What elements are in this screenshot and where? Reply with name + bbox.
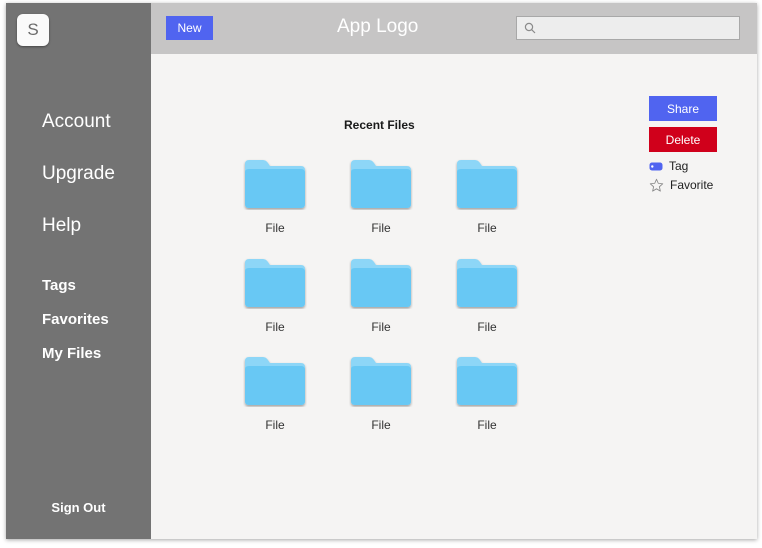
tag-label: Tag bbox=[669, 159, 689, 173]
folder-icon bbox=[457, 259, 517, 307]
sidebar-item-my-files[interactable]: My Files bbox=[42, 345, 101, 362]
file-label: File bbox=[477, 221, 497, 235]
section-title: Recent Files bbox=[344, 118, 415, 132]
new-button[interactable]: New bbox=[166, 16, 213, 40]
folder-icon bbox=[351, 259, 411, 307]
file-label: File bbox=[371, 221, 391, 235]
file-label: File bbox=[265, 418, 285, 432]
tag-icon bbox=[649, 162, 663, 170]
tag-action[interactable]: Tag bbox=[649, 158, 688, 174]
file-label: File bbox=[477, 320, 497, 334]
search-input[interactable] bbox=[539, 17, 735, 39]
star-icon bbox=[649, 178, 664, 192]
folder-icon bbox=[457, 357, 517, 405]
favorite-label: Favorite bbox=[670, 178, 714, 192]
sidebar-item-upgrade[interactable]: Upgrade bbox=[42, 163, 115, 185]
sign-out-link[interactable]: Sign Out bbox=[6, 500, 151, 515]
file-label: File bbox=[477, 418, 497, 432]
sidebar: S Account Upgrade Help Tags Favorites My… bbox=[6, 3, 151, 539]
sidebar-item-tags[interactable]: Tags bbox=[42, 277, 76, 294]
file-label: File bbox=[265, 221, 285, 235]
search-icon bbox=[524, 22, 536, 34]
header-bar: New App Logo bbox=[151, 3, 757, 54]
app-logo: App Logo bbox=[337, 16, 419, 37]
folder-icon bbox=[245, 160, 305, 208]
file-label: File bbox=[371, 418, 391, 432]
folder-icon bbox=[457, 160, 517, 208]
file-label: File bbox=[265, 320, 285, 334]
file-label: File bbox=[371, 320, 391, 334]
folder-icon bbox=[351, 160, 411, 208]
sidebar-item-help[interactable]: Help bbox=[42, 215, 81, 237]
app-badge[interactable]: S bbox=[17, 14, 49, 46]
folder-icon bbox=[351, 357, 411, 405]
share-button[interactable]: Share bbox=[649, 96, 717, 121]
sidebar-item-account[interactable]: Account bbox=[42, 111, 111, 133]
delete-button[interactable]: Delete bbox=[649, 127, 717, 152]
folder-icon bbox=[245, 357, 305, 405]
folder-icon bbox=[245, 259, 305, 307]
sidebar-item-favorites[interactable]: Favorites bbox=[42, 311, 109, 328]
search-box[interactable] bbox=[516, 16, 740, 40]
app-window: S Account Upgrade Help Tags Favorites My… bbox=[6, 3, 757, 539]
favorite-action[interactable]: Favorite bbox=[649, 177, 713, 193]
